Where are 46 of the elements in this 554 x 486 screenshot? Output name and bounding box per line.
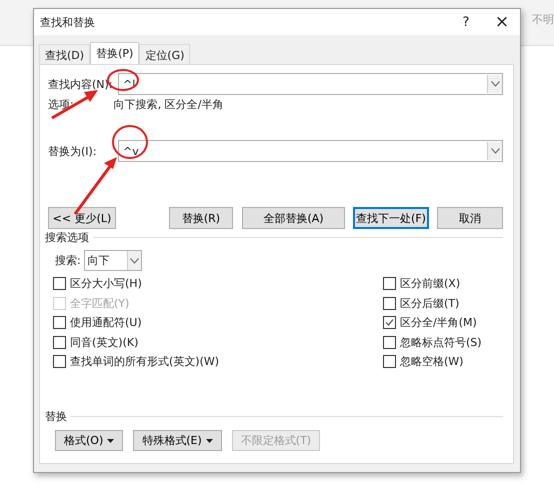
checkbox-label: 查找单词的所有形式(英文)(W) xyxy=(70,354,220,370)
checkbox[interactable] xyxy=(383,355,396,368)
caret-icon xyxy=(206,438,213,442)
window-title: 查找和替换 xyxy=(40,14,96,30)
replace-label: 替换为(I): xyxy=(48,144,98,158)
caret-icon xyxy=(107,438,114,442)
replace-combo[interactable]: ^v xyxy=(118,140,503,162)
format-button[interactable]: 格式(O) xyxy=(55,430,124,451)
checkbox-label: 使用通配符(U) xyxy=(70,315,142,330)
tab[interactable]: 定位(G) xyxy=(139,44,190,64)
dialog-button[interactable]: << 更少(L) xyxy=(48,207,116,229)
tab[interactable]: 查找(D) xyxy=(39,44,90,64)
direction-select[interactable]: 向下 xyxy=(84,250,142,271)
checkbox-label: 全字匹配(Y) xyxy=(70,296,130,311)
dropdown-icon[interactable] xyxy=(487,142,502,160)
dialog-button[interactable]: 取消 xyxy=(437,207,503,229)
options-text: 向下搜索, 区分全/半角 xyxy=(114,97,224,112)
section-heading: 替换 xyxy=(45,409,67,424)
checkbox[interactable] xyxy=(53,355,66,368)
checkbox-label: 忽略标点符号(S) xyxy=(400,334,482,350)
annotation-circle xyxy=(112,125,148,159)
chevron-down-icon[interactable] xyxy=(130,258,139,264)
dialog-button[interactable]: 全部替换(A) xyxy=(242,207,345,229)
checkbox[interactable] xyxy=(53,336,66,349)
checkbox-label: 忽略空格(W) xyxy=(400,354,464,370)
checkbox[interactable] xyxy=(383,296,396,310)
dialog-button[interactable]: 查找下一处(F) xyxy=(353,207,429,229)
search-label: 搜索: xyxy=(55,253,81,268)
annotation-arrow xyxy=(74,157,117,215)
dropdown-icon[interactable] xyxy=(487,75,502,93)
format-button[interactable]: 特殊格式(E) xyxy=(133,430,222,451)
section-heading: 搜索选项 xyxy=(45,230,89,245)
help-button[interactable]: ? xyxy=(448,14,484,30)
checkbox-label: 区分全/半角(M) xyxy=(400,315,477,330)
checkbox-label: 同音(英文)(K) xyxy=(70,334,138,350)
checkbox-label: 区分大小写(H) xyxy=(70,276,142,292)
checkbox[interactable] xyxy=(383,316,396,330)
dialog-button[interactable]: 替换(R) xyxy=(169,207,233,229)
checkbox-label: 区分前缀(X) xyxy=(400,276,460,292)
checkbox[interactable] xyxy=(383,336,396,349)
checkbox[interactable] xyxy=(53,277,66,290)
checkbox[interactable] xyxy=(383,277,396,290)
checkbox[interactable] xyxy=(53,316,66,330)
checkbox-label: 区分后缀(T) xyxy=(400,296,460,311)
tab[interactable]: 替换(P) xyxy=(90,42,140,64)
close-button[interactable]: × xyxy=(484,12,520,32)
